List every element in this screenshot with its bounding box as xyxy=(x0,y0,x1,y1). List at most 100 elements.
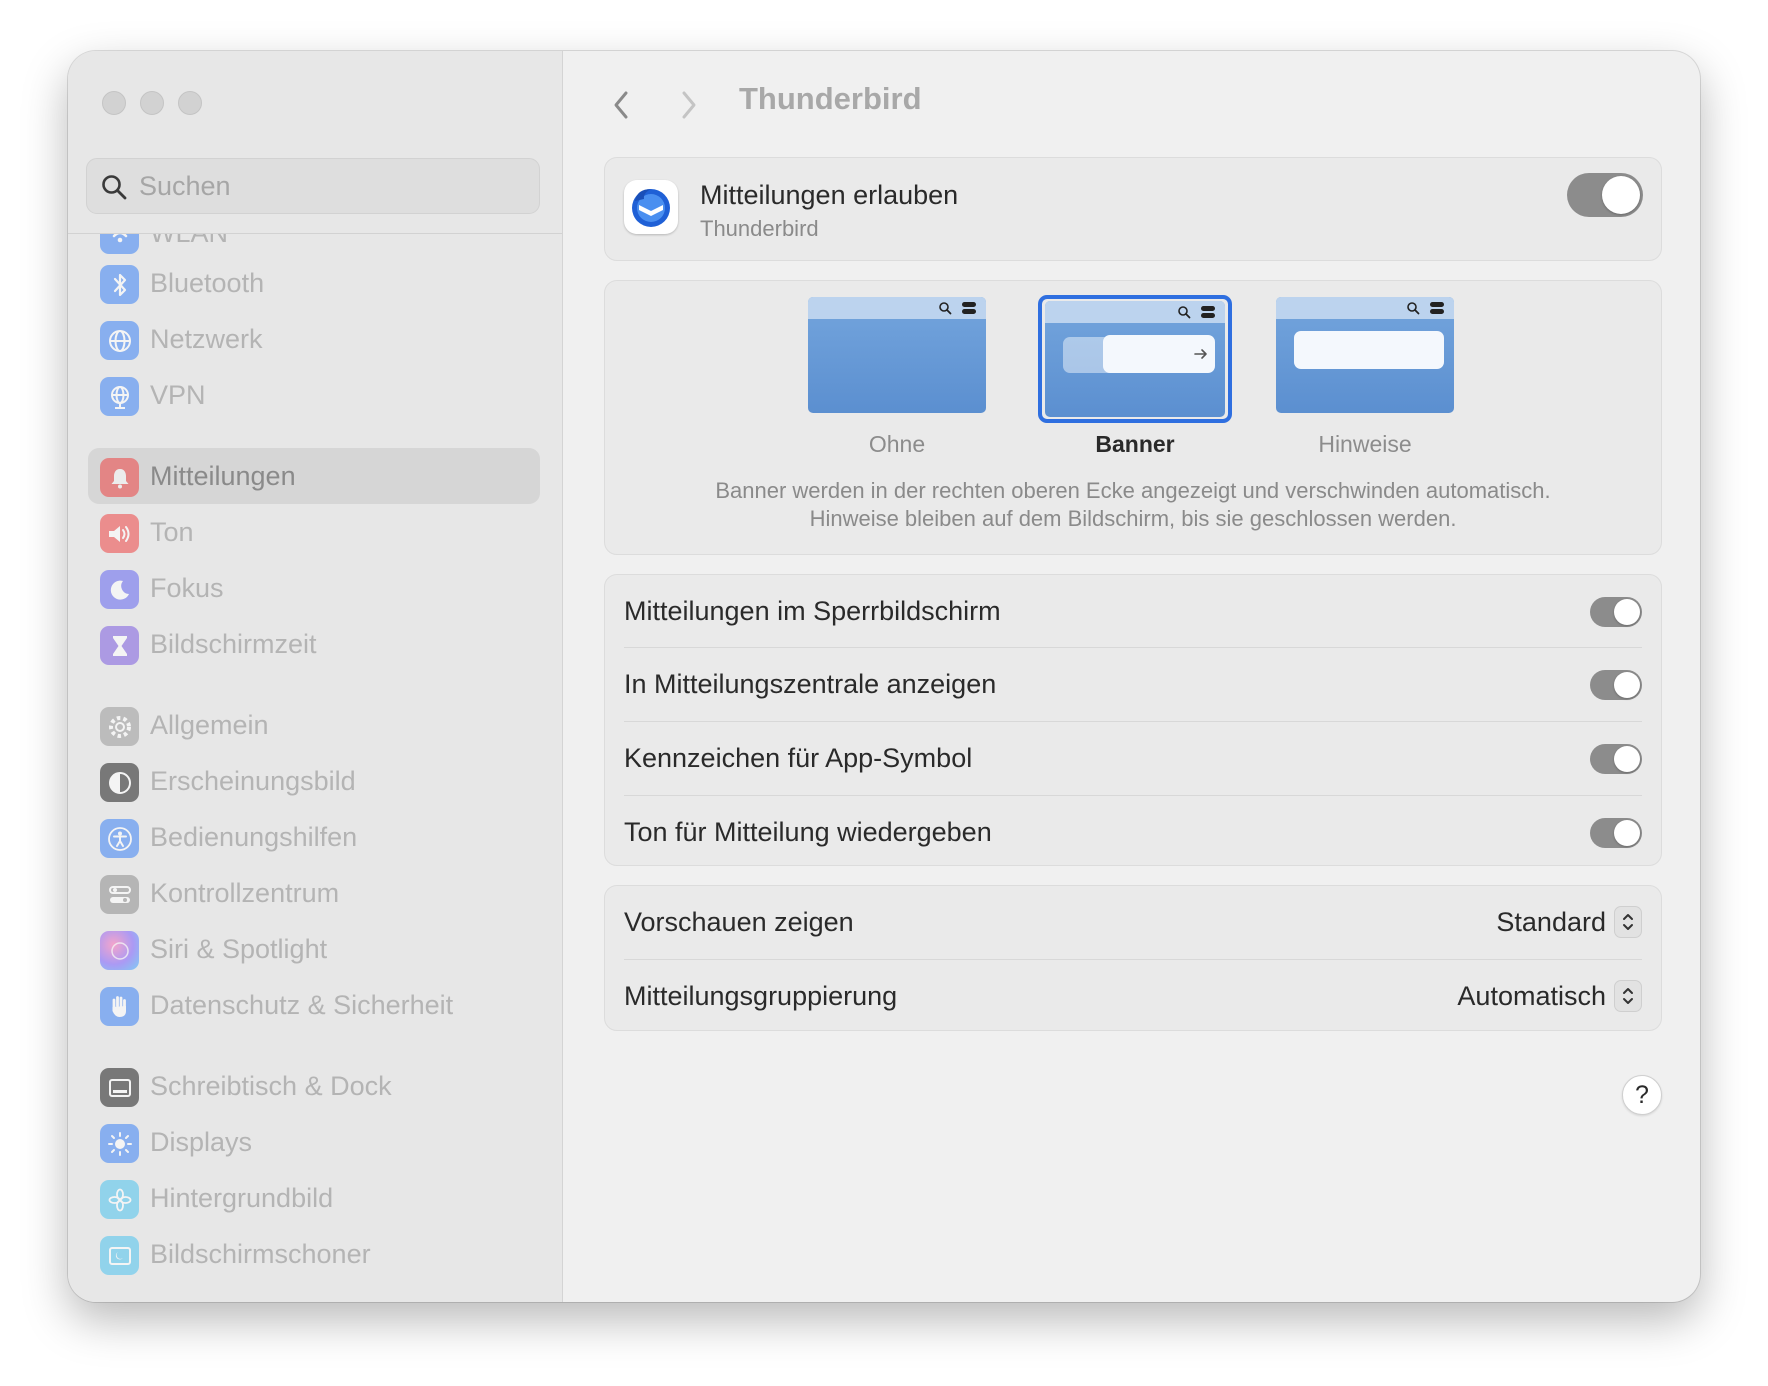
sidebar-item-label: Hintergrundbild xyxy=(150,1183,334,1213)
sidebar-item-bildschirmzeit[interactable]: Bildschirmzeit xyxy=(88,616,540,672)
badge-toggle[interactable] xyxy=(1590,744,1642,774)
control-center-icon xyxy=(1201,306,1215,318)
chevron-updown-icon xyxy=(1614,906,1642,938)
sidebar-item-fokus[interactable]: Fokus xyxy=(88,560,540,616)
setting-label: Vorschauen zeigen xyxy=(624,907,854,937)
sidebar-item-label: Datenschutz & Sicherheit xyxy=(150,990,454,1020)
chevron-right-icon xyxy=(682,91,696,119)
sidebar-item-label: Bluetooth xyxy=(150,268,265,298)
chevron-left-icon xyxy=(614,91,628,119)
search-input[interactable] xyxy=(139,159,519,213)
allow-notifications-card: Mitteilungen erlauben Thunderbird xyxy=(604,157,1662,261)
sidebar-item-bluetooth[interactable]: Bluetooth xyxy=(88,255,540,311)
close-window-button[interactable] xyxy=(102,91,126,115)
setting-row: Mitteilungen im Sperrbildschirm xyxy=(624,575,1642,647)
sidebar-item-displays[interactable]: Displays xyxy=(88,1114,540,1170)
flower-icon xyxy=(100,1180,139,1219)
setting-row: Ton für Mitteilung wiedergeben xyxy=(624,795,1642,868)
sidebar-list: WLAN Bluetooth Netzwerk VPN xyxy=(68,234,562,1302)
style-label-ohne: Ohne xyxy=(868,431,926,457)
setting-row: In Mitteilungszentrale anzeigen xyxy=(624,647,1642,720)
sidebar-item-label: Mitteilungen xyxy=(150,461,296,491)
siri-icon xyxy=(100,931,139,970)
setting-label: Mitteilungen im Sperrbildschirm xyxy=(624,596,1001,626)
sidebar-item-label: VPN xyxy=(150,380,206,410)
sidebar-item-label: Erscheinungsbild xyxy=(150,766,356,796)
zoom-window-button[interactable] xyxy=(178,91,202,115)
sidebar-item-mitteilungen[interactable]: Mitteilungen xyxy=(88,448,540,504)
vpn-globe-icon xyxy=(100,377,139,416)
page-title: Thunderbird xyxy=(739,81,922,116)
select-value: Automatisch xyxy=(1457,980,1606,1011)
sidebar-item-allgemein[interactable]: Allgemein xyxy=(88,697,540,753)
style-preview-banner xyxy=(1045,301,1225,417)
allow-notifications-toggle[interactable] xyxy=(1567,173,1643,217)
help-button[interactable]: ? xyxy=(1622,1075,1662,1115)
sound-toggle[interactable] xyxy=(1590,818,1642,848)
forward-button[interactable] xyxy=(669,85,709,125)
sidebar-item-siri-spotlight[interactable]: Siri & Spotlight xyxy=(88,921,540,977)
moon-icon xyxy=(100,570,139,609)
style-label-banner: Banner xyxy=(1095,431,1175,457)
selects-card: Vorschauen zeigen Standard Mitteilungsgr… xyxy=(604,885,1662,1031)
back-button[interactable] xyxy=(601,85,641,125)
sidebar-item-bedienungshilfen[interactable]: Bedienungshilfen xyxy=(88,809,540,865)
sidebar-item-netzwerk[interactable]: Netzwerk xyxy=(88,311,540,367)
sidebar-item-hintergrundbild[interactable]: Hintergrundbild xyxy=(88,1170,540,1226)
sidebar-item-vpn[interactable]: VPN xyxy=(88,367,540,423)
thunderbird-icon xyxy=(624,180,678,234)
setting-row: Kennzeichen für App-Symbol xyxy=(624,721,1642,794)
sidebar-item-label: Ton xyxy=(150,517,194,547)
dock-icon xyxy=(100,1068,139,1107)
lock-screen-toggle[interactable] xyxy=(1590,597,1642,627)
sidebar-item-bildschirmschoner[interactable]: Bildschirmschoner xyxy=(88,1226,540,1282)
sidebar-item-label: Displays xyxy=(150,1127,253,1157)
sidebar-item-label: Kontrollzentrum xyxy=(150,878,340,908)
toggles-card: Mitteilungen im Sperrbildschirm In Mitte… xyxy=(604,574,1662,866)
wifi-icon xyxy=(100,234,139,254)
search-icon xyxy=(102,175,127,200)
style-preview-ohne xyxy=(808,297,986,413)
sidebar-item-datenschutz[interactable]: Datenschutz & Sicherheit xyxy=(88,977,540,1033)
setting-label: Ton für Mitteilung wiedergeben xyxy=(624,817,992,847)
search-icon xyxy=(1178,306,1191,319)
sidebar-item-ton[interactable]: Ton xyxy=(88,504,540,560)
screensaver-icon xyxy=(100,1236,139,1275)
select-value: Standard xyxy=(1496,906,1606,937)
sidebar-item-kontrollzentrum[interactable]: Kontrollzentrum xyxy=(88,865,540,921)
preview-select[interactable]: Standard xyxy=(1496,905,1642,939)
setting-label: Kennzeichen für App-Symbol xyxy=(624,743,973,773)
search-icon xyxy=(939,302,952,315)
minimize-window-button[interactable] xyxy=(140,91,164,115)
sidebar-item-label: Fokus xyxy=(150,573,224,603)
settings-window: WLAN Bluetooth Netzwerk VPN xyxy=(68,51,1700,1302)
hourglass-icon xyxy=(100,626,139,665)
sidebar-item-label: Netzwerk xyxy=(150,324,263,354)
sidebar: WLAN Bluetooth Netzwerk VPN xyxy=(68,51,563,1302)
search-field[interactable] xyxy=(86,158,540,214)
sidebar-item-schreibtisch-dock[interactable]: Schreibtisch & Dock xyxy=(88,1058,540,1114)
bell-icon xyxy=(100,458,139,497)
sidebar-item-label: Bildschirmzeit xyxy=(150,629,317,659)
control-center-icon xyxy=(100,875,139,914)
notification-style-card: Ohne Banner Hinweise Banner werden in de… xyxy=(604,280,1662,555)
accessibility-icon xyxy=(100,819,139,858)
notification-center-toggle[interactable] xyxy=(1590,670,1642,700)
control-center-icon xyxy=(1430,302,1444,314)
chevron-updown-icon xyxy=(1614,980,1642,1012)
app-name: Thunderbird xyxy=(700,216,819,241)
grouping-select[interactable]: Automatisch xyxy=(1457,979,1642,1013)
sidebar-item-label: Bildschirmschoner xyxy=(150,1239,371,1269)
style-description-line2: Hinweise bleiben auf dem Bildschirm, bis… xyxy=(809,506,1457,531)
gear-icon xyxy=(100,707,139,746)
style-label-hinweise: Hinweise xyxy=(1318,431,1412,457)
sidebar-item-erscheinungsbild[interactable]: Erscheinungsbild xyxy=(88,753,540,809)
bluetooth-icon xyxy=(100,265,139,304)
setting-row: Vorschauen zeigen Standard xyxy=(624,886,1642,958)
appearance-icon xyxy=(100,763,139,802)
control-center-icon xyxy=(962,302,976,314)
speaker-icon xyxy=(100,514,139,553)
sidebar-item-label: Siri & Spotlight xyxy=(150,934,328,964)
sidebar-item-label: Bedienungshilfen xyxy=(150,822,358,852)
setting-row: Mitteilungsgruppierung Automatisch xyxy=(624,959,1642,1032)
